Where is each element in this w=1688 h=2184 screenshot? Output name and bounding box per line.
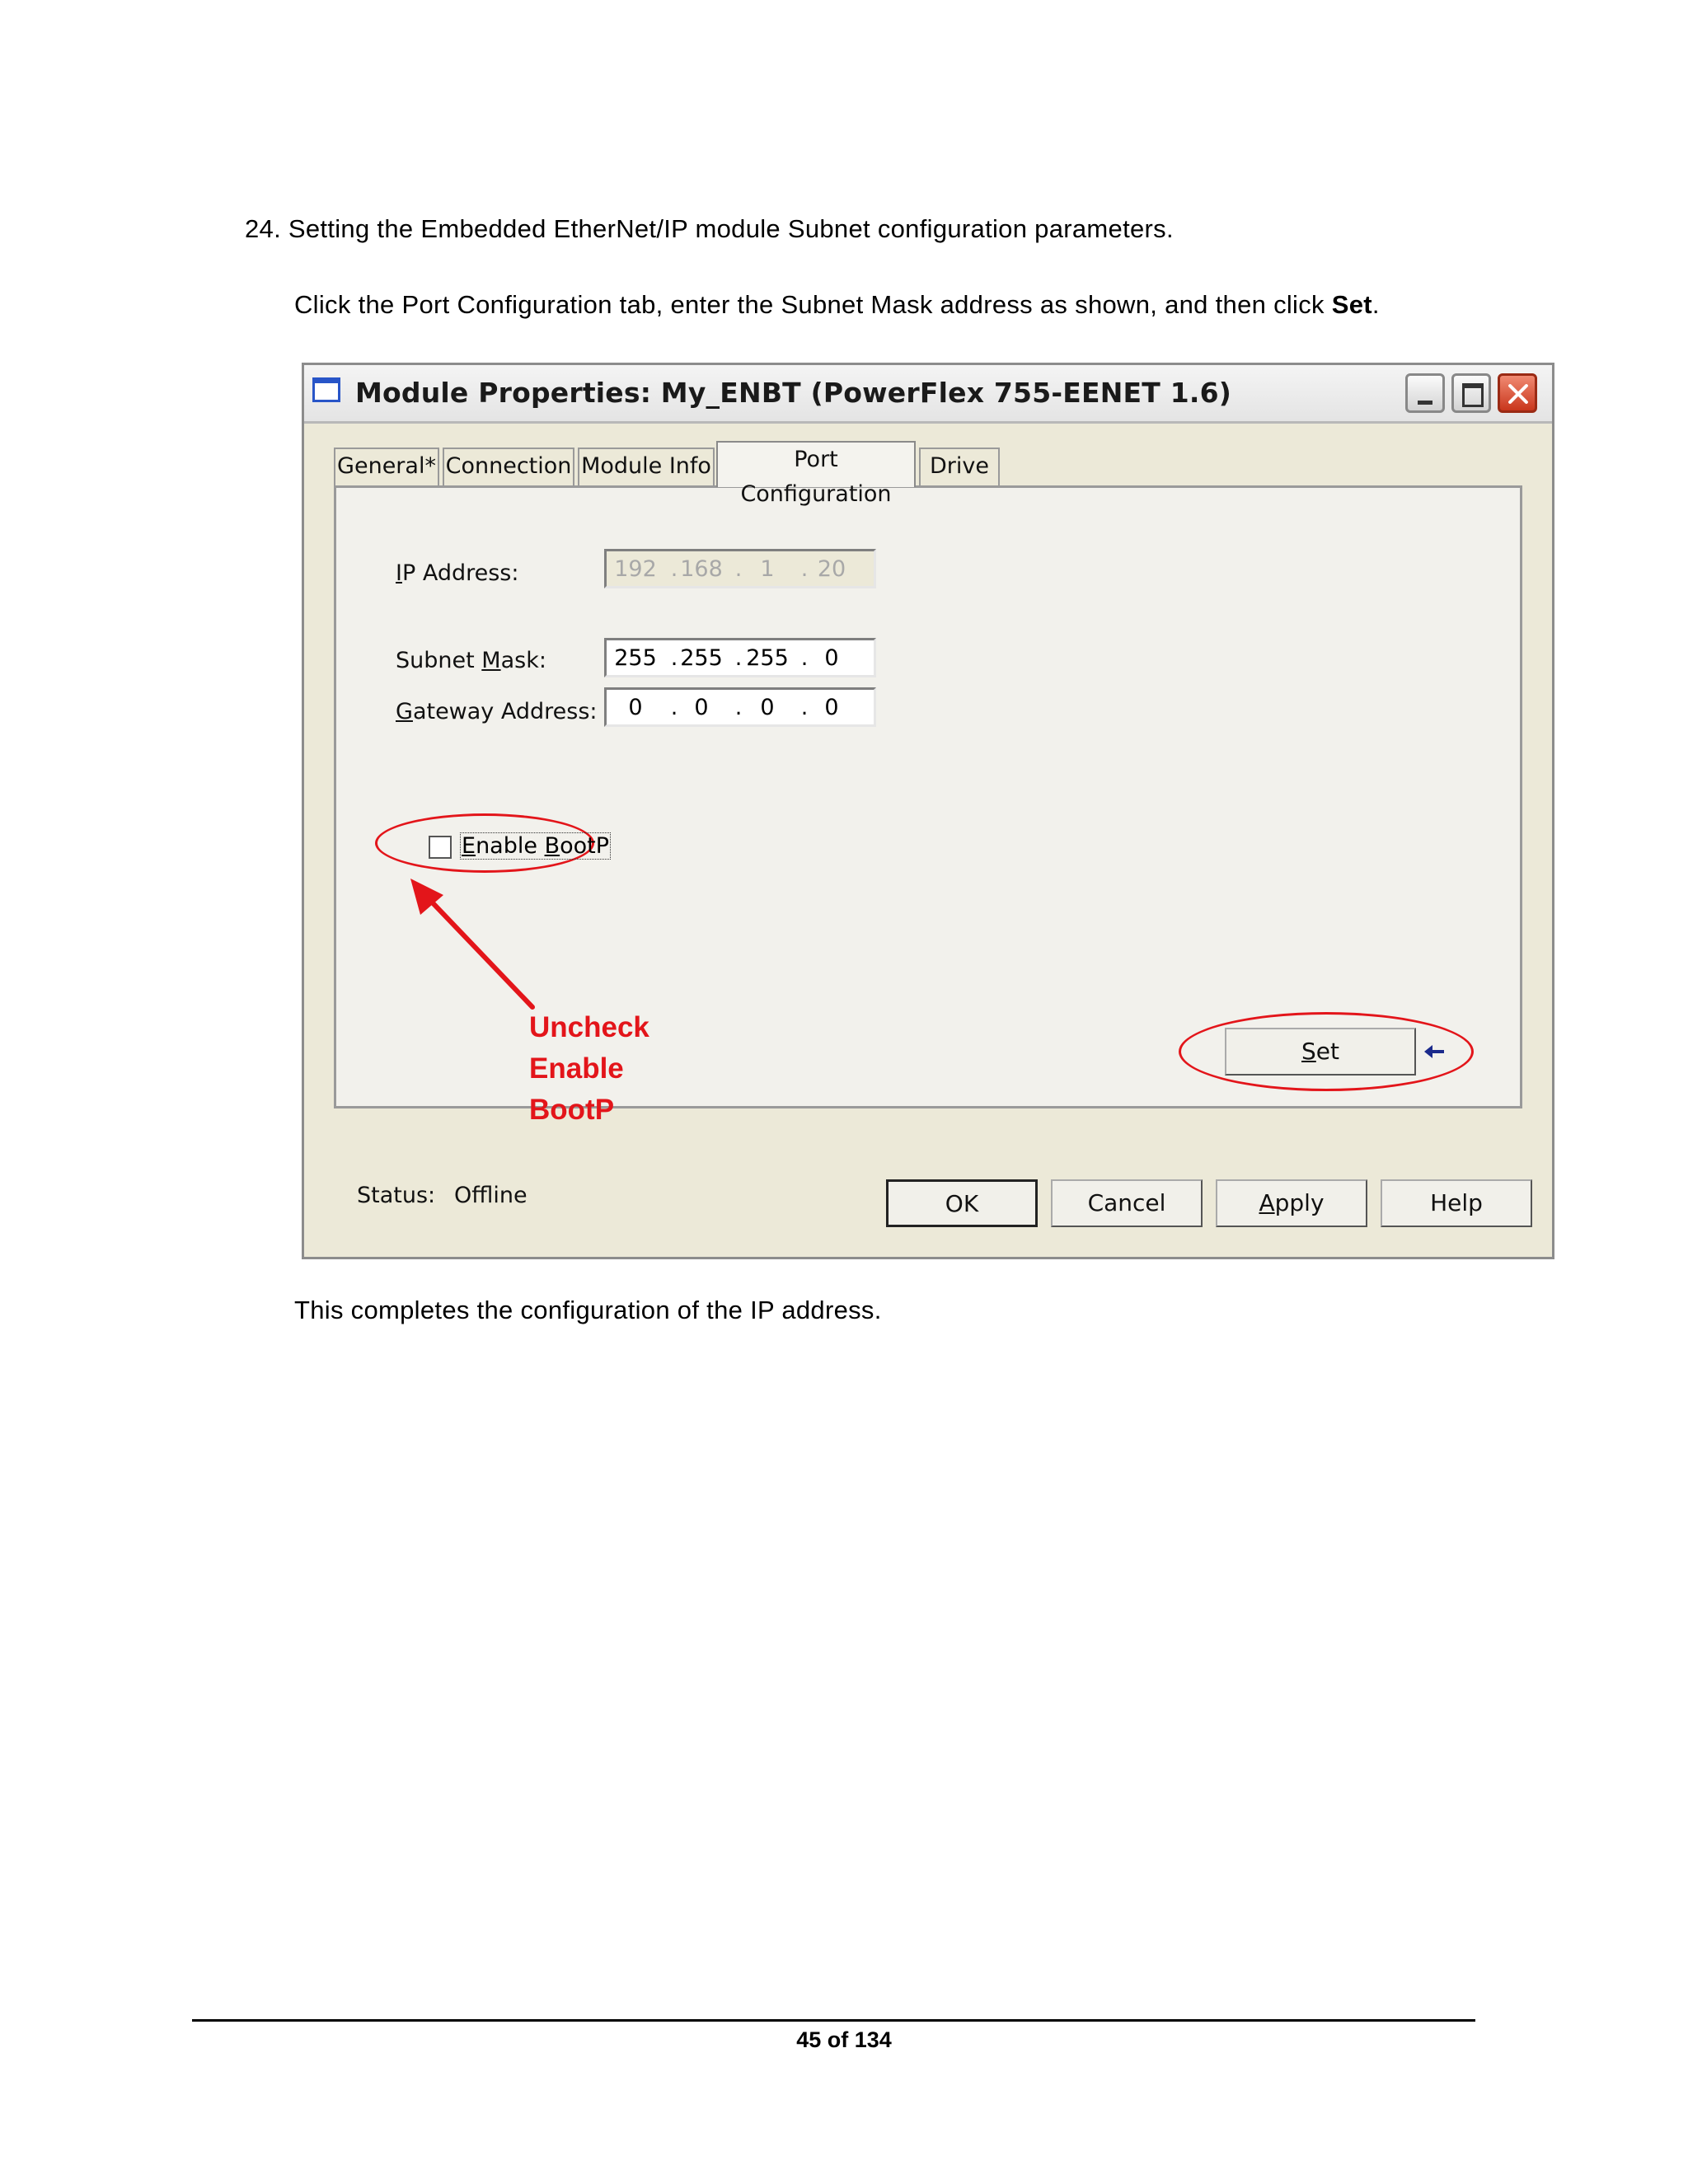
set-button-mnemonic: S <box>1301 1038 1316 1065</box>
apply-rest: pply <box>1274 1189 1325 1216</box>
subnet-mask-label-rest: ask: <box>500 648 546 673</box>
set-button[interactable]: Set <box>1225 1028 1416 1076</box>
instruction-bold: Set <box>1331 290 1372 319</box>
ip-octet-2: 168 <box>680 556 723 582</box>
ip-octet-3: 1 <box>760 556 775 582</box>
subnet-octet-1: 255 <box>614 645 657 671</box>
page-number: 45 of 134 <box>796 2027 892 2052</box>
bootp-mnemonic-2: B <box>544 833 560 859</box>
footer-rule <box>192 2019 1475 2022</box>
ip-address-label: IP Address: <box>396 560 518 586</box>
cancel-button[interactable]: Cancel <box>1051 1179 1203 1227</box>
gateway-octet-2: 0 <box>694 695 709 720</box>
maximize-icon[interactable] <box>1451 373 1491 413</box>
tab-port-configuration[interactable]: Port Configuration <box>716 441 916 507</box>
window-title: Module Properties: My_ENBT (PowerFlex 75… <box>355 377 1232 409</box>
annotation-line-3: BootP <box>529 1094 615 1126</box>
tab-connection[interactable]: Connection <box>443 448 574 485</box>
tab-general[interactable]: General* <box>334 448 439 485</box>
annotation-line-2: Enable <box>529 1052 624 1085</box>
annotation-text: Uncheck Enable BootP <box>529 1007 649 1131</box>
gateway-octet-4: 0 <box>824 695 839 720</box>
tab-drive[interactable]: Drive <box>919 448 1000 485</box>
enable-bootp-checkbox[interactable] <box>429 836 452 859</box>
subnet-mask-label-mnemonic: M <box>481 648 501 673</box>
apply-mnemonic: A <box>1259 1189 1275 1216</box>
gateway-address-label: Gateway Address: <box>396 699 598 724</box>
gateway-octet-3: 0 <box>760 695 775 720</box>
ip-octet-1: 192 <box>614 556 657 582</box>
module-properties-window: Module Properties: My_ENBT (PowerFlex 75… <box>302 363 1554 1259</box>
bootp-label-rest: ootP <box>560 833 609 859</box>
ok-button[interactable]: OK <box>886 1179 1038 1227</box>
status-label: Status: <box>357 1183 436 1208</box>
ip-octet-4: 20 <box>817 556 846 582</box>
ip-address-label-mnemonic: I <box>396 560 402 586</box>
title-bar: Module Properties: My_ENBT (PowerFlex 75… <box>304 365 1552 424</box>
status-value: Offline <box>454 1183 528 1208</box>
arrow-left-icon <box>1424 1045 1444 1058</box>
port-configuration-panel: IP Address: 192 . 168 . 1 . 20 Subnet Ma… <box>334 485 1522 1126</box>
bootp-label-mid: nable <box>476 833 545 859</box>
ip-address-field[interactable]: 192 . 168 . 1 . 20 <box>604 549 876 588</box>
instruction-post: . <box>1372 290 1380 319</box>
subnet-octet-2: 255 <box>680 645 723 671</box>
help-button[interactable]: Help <box>1381 1179 1532 1227</box>
instruction-text: Click the Port Configuration tab, enter … <box>294 290 1380 320</box>
annotation-arrow <box>410 879 535 1010</box>
subnet-mask-field[interactable]: 255 . 255 . 255 . 0 <box>604 638 876 677</box>
gateway-address-label-rest: ateway Address: <box>412 699 598 724</box>
ip-address-label-rest: P Address: <box>401 560 519 586</box>
instruction-pre: Click the Port Configuration tab, enter … <box>294 290 1332 319</box>
subnet-mask-label: Subnet Mask: <box>396 648 546 673</box>
subnet-mask-label-pre: Subnet <box>396 648 482 673</box>
tab-module-info[interactable]: Module Info <box>578 448 715 485</box>
gateway-address-label-mnemonic: G <box>396 699 413 724</box>
closing-text: This completes the configuration of the … <box>294 1296 882 1324</box>
gateway-octet-1: 0 <box>628 695 643 720</box>
enable-bootp-label[interactable]: Enable BootP <box>460 832 611 860</box>
minimize-icon[interactable] <box>1405 373 1445 413</box>
gateway-address-field[interactable]: 0 . 0 . 0 . 0 <box>604 687 876 727</box>
annotation-line-1: Uncheck <box>529 1011 649 1043</box>
apply-button[interactable]: Apply <box>1216 1179 1367 1227</box>
step-heading: 24. Setting the Embedded EtherNet/IP mod… <box>245 214 1174 243</box>
window-icon <box>312 377 340 402</box>
set-button-rest: et <box>1315 1038 1339 1065</box>
close-icon[interactable] <box>1498 373 1537 413</box>
bootp-mnemonic-1: E <box>462 833 476 859</box>
subnet-octet-4: 0 <box>824 645 839 671</box>
subnet-octet-3: 255 <box>746 645 789 671</box>
